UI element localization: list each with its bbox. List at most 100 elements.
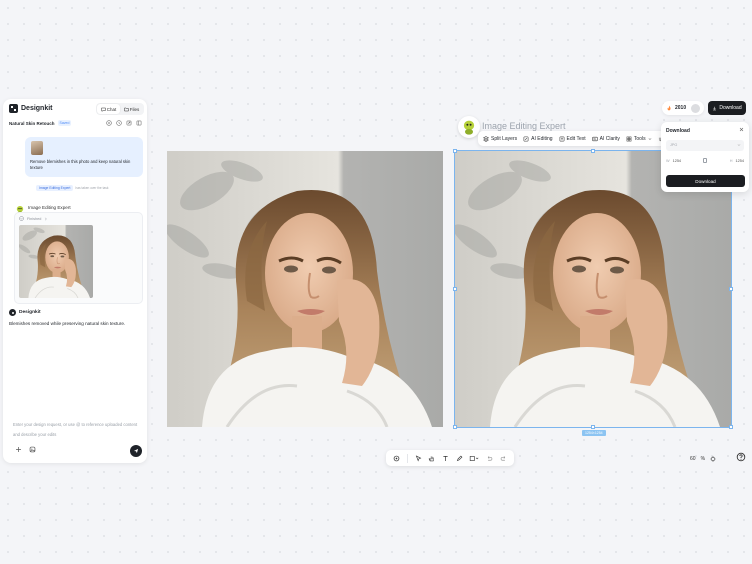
toolbar-divider [406, 453, 408, 463]
edit-text-button[interactable]: Edit Text [559, 136, 586, 142]
canvas-toolbar [386, 450, 514, 466]
user-attachment-thumbnail[interactable] [31, 141, 43, 155]
ai-editing-button[interactable]: AI Editing [523, 135, 553, 142]
text-tool-icon[interactable] [442, 455, 449, 462]
locate-icon[interactable] [710, 455, 716, 462]
chevron-down-icon [648, 137, 651, 140]
history-icon[interactable] [116, 120, 122, 126]
task-status-label: Finished [27, 216, 42, 221]
send-button[interactable] [130, 445, 142, 457]
aspect-lock-icon[interactable] [703, 158, 708, 163]
split-layers-label: Split Layers [491, 135, 518, 142]
brand-name: Designkit [21, 105, 53, 112]
help-icon[interactable] [736, 452, 746, 462]
width-field[interactable]: W 1254 [666, 159, 681, 163]
user-avatar[interactable] [691, 103, 701, 113]
split-layers-button[interactable]: Split Layers [483, 136, 517, 142]
project-actions [106, 120, 142, 126]
close-icon[interactable] [739, 127, 744, 132]
confirm-download-button[interactable]: Download [666, 175, 745, 187]
collapse-panel-icon[interactable] [136, 120, 142, 126]
tab-files[interactable]: Files [120, 104, 143, 114]
ai-edit-icon [523, 136, 529, 141]
add-element-icon[interactable] [393, 455, 400, 462]
height-field[interactable]: H 1254 [730, 159, 744, 163]
resize-handle-bottom-left[interactable] [453, 425, 457, 429]
height-value: 1254 [735, 158, 744, 163]
layers-icon [483, 135, 489, 142]
user-message-text: Remove blemishes in this photo and keep … [30, 159, 131, 170]
shape-tool-icon[interactable] [469, 455, 479, 462]
chat-input[interactable]: Enter your design request, or use @ to r… [13, 420, 141, 440]
add-chat-icon[interactable] [106, 120, 112, 126]
resize-handle-bottom[interactable] [591, 425, 595, 429]
assistant-response: Blemishes removed while preserving natur… [9, 321, 126, 326]
project-header: Natural Skin Retouch Saved [9, 120, 72, 126]
download-popover: Download JPG W 1254 H 1254 Download [661, 122, 749, 192]
input-actions [15, 446, 36, 453]
agent-header: Image Editing Expert [15, 202, 71, 215]
width-key: W [666, 158, 670, 163]
image-size-tag: 1254×1254 [582, 430, 606, 436]
image-toolbar: Split Layers AI Editing Edit Text AI Cla… [478, 131, 666, 146]
handoff-notice: Image Editing Expert has taken over the … [36, 185, 108, 191]
image-upload-icon[interactable] [29, 446, 36, 453]
assistant-header: Designkit [9, 309, 41, 316]
download-button[interactable]: Download [708, 101, 746, 115]
user-message-bubble: Remove blemishes in this photo and keep … [25, 137, 143, 177]
designkit-logo-icon [9, 104, 18, 113]
chevron-right-icon [45, 217, 48, 220]
format-select[interactable]: JPG [666, 140, 744, 151]
chevron-down-icon [737, 144, 741, 146]
result-thumbnail[interactable] [19, 225, 93, 298]
resize-handle-top[interactable] [591, 149, 595, 153]
undo-icon[interactable] [486, 455, 493, 462]
tools-dropdown[interactable]: Tools [626, 136, 652, 142]
select-cursor-icon[interactable] [415, 454, 422, 462]
zoom-unit: % [700, 455, 706, 462]
folder-icon [123, 107, 129, 111]
project-status-badge: Saved [57, 120, 72, 126]
edited-image[interactable] [454, 150, 732, 428]
width-value: 1254 [672, 158, 682, 163]
credits-indicator[interactable]: 2010 [662, 101, 704, 115]
ai-editing-label: AI Editing [531, 135, 553, 142]
original-image[interactable] [167, 151, 443, 427]
grid-icon [626, 136, 632, 141]
ai-clarity-label: AI Clarity [599, 135, 620, 142]
chat-panel: Designkit Chat Files Natural Skin Retouc… [3, 99, 147, 463]
resize-handle-left[interactable] [453, 287, 457, 291]
share-icon[interactable] [126, 120, 132, 126]
zoom-control[interactable]: 60 % [690, 452, 730, 465]
handoff-note: has taken over the task [75, 186, 109, 190]
tools-label: Tools [633, 135, 646, 142]
assistant-name: Designkit [19, 310, 41, 315]
task-status[interactable]: Finished [19, 216, 48, 221]
zoom-value: 60 [690, 455, 696, 462]
redo-icon[interactable] [500, 455, 507, 462]
download-icon [713, 106, 717, 110]
agent-name: Image Editing Expert [28, 204, 71, 210]
download-popover-title: Download [666, 128, 690, 134]
tab-chat-label: Chat [106, 106, 117, 112]
ai-clarity-button[interactable]: AI Clarity [591, 135, 620, 142]
edit-text-label: Edit Text [566, 135, 586, 142]
tab-chat[interactable]: Chat [97, 104, 120, 114]
text-box-icon [559, 136, 564, 141]
chat-icon [100, 107, 106, 112]
send-icon [133, 448, 139, 454]
resize-handle-bottom-right[interactable] [729, 425, 733, 429]
dimension-fields: W 1254 H 1254 [666, 158, 744, 163]
flame-icon [667, 105, 671, 111]
resize-handle-top-left[interactable] [453, 149, 457, 153]
hd-icon [591, 136, 598, 141]
credits-count: 2010 [675, 105, 687, 111]
resize-handle-right[interactable] [729, 287, 733, 291]
height-key: H [729, 158, 733, 163]
agent-chip[interactable]: Image Editing Expert [36, 185, 74, 191]
panel-tab-switch: Chat Files [96, 103, 144, 115]
pen-tool-icon[interactable] [456, 455, 463, 462]
hand-pan-icon[interactable] [428, 455, 435, 462]
plus-icon[interactable] [15, 446, 22, 453]
designkit-avatar-icon [9, 309, 16, 316]
